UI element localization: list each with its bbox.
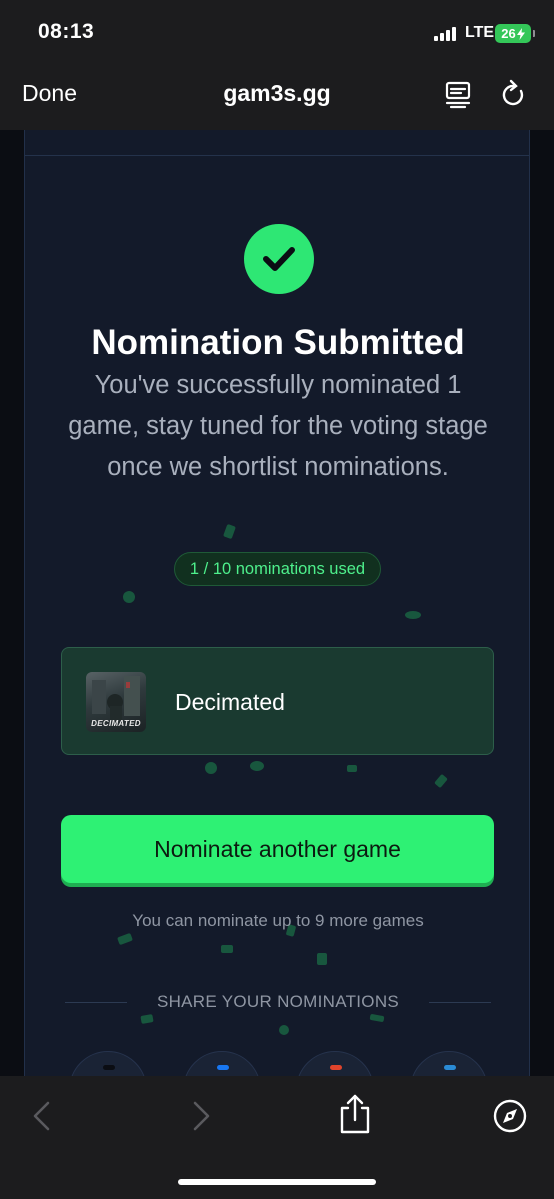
confetti-piece xyxy=(117,932,133,946)
share-facebook-button[interactable] xyxy=(183,1051,261,1076)
confetti-piece xyxy=(434,773,448,789)
reader-icon[interactable] xyxy=(443,78,473,110)
reload-icon[interactable] xyxy=(499,78,529,110)
game-thumbnail: DECIMATED xyxy=(86,672,146,732)
browser-nav-bar: Done gam3s.gg xyxy=(0,62,554,130)
confetti-piece xyxy=(223,523,236,540)
share-reddit-button[interactable] xyxy=(296,1051,374,1076)
home-indicator xyxy=(178,1179,376,1185)
back-icon[interactable] xyxy=(22,1096,62,1136)
success-message: You've successfully nominated 1 game, st… xyxy=(68,371,488,481)
share-x-button[interactable] xyxy=(69,1051,147,1076)
success-check-icon xyxy=(244,224,314,294)
remaining-nominations-hint: You can nominate up to 9 more games xyxy=(132,911,424,930)
status-time: 08:13 xyxy=(38,20,95,43)
confetti-piece xyxy=(250,761,264,771)
battery-icon: 26 xyxy=(495,24,535,43)
share-icon[interactable] xyxy=(335,1092,375,1134)
share-telegram-button[interactable] xyxy=(410,1051,488,1076)
nomination-modal: Nomination Submitted You've successfully… xyxy=(24,130,530,1076)
nominated-game-card: DECIMATED Decimated xyxy=(61,647,494,755)
card-divider xyxy=(25,155,529,156)
nominate-another-button[interactable]: Nominate another game xyxy=(61,815,494,883)
confetti-piece xyxy=(279,1025,289,1035)
battery-level: 26 xyxy=(501,26,516,41)
share-heading-row: SHARE YOUR NOMINATIONS xyxy=(65,991,491,1015)
compass-icon[interactable] xyxy=(490,1096,530,1136)
confetti-piece xyxy=(317,953,327,965)
signal-icon xyxy=(434,27,458,41)
nominations-used-badge: 1 / 10 nominations used xyxy=(174,552,381,586)
confetti-piece xyxy=(369,1013,385,1023)
web-page: Nomination Submitted You've successfully… xyxy=(0,130,554,1076)
confetti-piece xyxy=(205,762,217,774)
network-type: LTE xyxy=(465,24,495,41)
confetti-piece xyxy=(347,765,357,772)
done-button[interactable]: Done xyxy=(22,80,77,107)
status-bar: 08:13 LTE 26 xyxy=(0,0,554,62)
share-heading: SHARE YOUR NOMINATIONS xyxy=(156,992,400,1011)
game-name: Decimated xyxy=(175,689,285,715)
confetti-piece xyxy=(405,611,421,619)
confetti-piece xyxy=(140,1014,154,1024)
game-thumbnail-label: DECIMATED xyxy=(91,719,141,728)
confetti-piece xyxy=(123,591,135,603)
divider-line xyxy=(429,1002,491,1003)
modal-title: Nomination Submitted xyxy=(91,323,465,362)
forward-icon[interactable] xyxy=(181,1096,221,1136)
confetti-piece xyxy=(221,945,233,953)
